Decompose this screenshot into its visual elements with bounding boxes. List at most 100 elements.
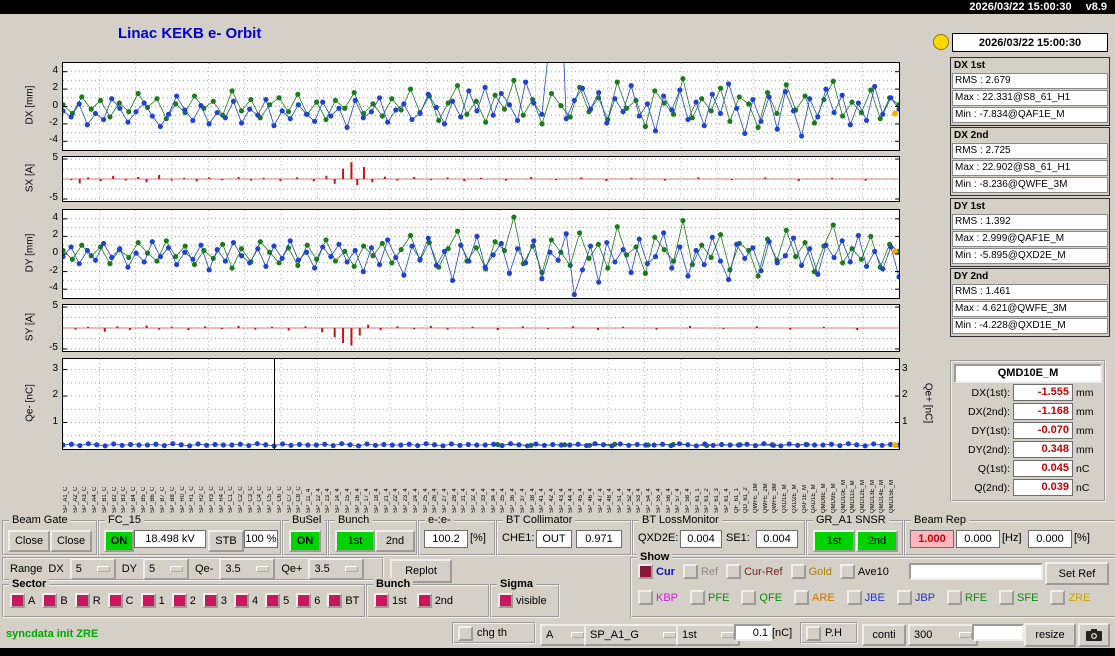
beam-rep-val3-display: 0.000 xyxy=(1028,530,1072,548)
chg-th-checkbox[interactable] xyxy=(458,625,473,641)
monitor-row-label: DX(2nd): xyxy=(967,405,1010,418)
eratio-title: e-:e- xyxy=(425,514,454,527)
beam-gate-close1-button[interactable]: Close xyxy=(8,530,50,552)
bpm-label: SP_A4_C xyxy=(92,486,99,513)
are-checkbox[interactable] xyxy=(794,590,810,605)
range-dx-dropdown[interactable]: 5 xyxy=(69,558,116,580)
dropdown-indicator xyxy=(96,566,110,572)
b-checkbox[interactable] xyxy=(42,593,58,608)
bpm-label: SP_B1_C xyxy=(101,486,108,513)
show-row2: KBP PFE QFE ARE JBE JBP RFE SFE ZRE xyxy=(638,590,1090,605)
dy-plot xyxy=(62,209,900,299)
fc15-stb-button[interactable]: STB xyxy=(208,530,244,552)
bunch-2nd-button[interactable]: 2nd xyxy=(375,530,415,552)
range-dy-dropdown[interactable]: 5 xyxy=(142,558,189,580)
gr-snsr-1st-button[interactable]: 1st xyxy=(813,530,855,552)
a-checkbox[interactable] xyxy=(10,593,25,608)
stats-rms: RMS : 1.461 xyxy=(952,284,1108,300)
cur-checkbox[interactable] xyxy=(638,564,653,579)
mode-dropdown[interactable]: A xyxy=(540,624,590,646)
sfe-checkbox[interactable] xyxy=(999,590,1015,605)
threshold-input[interactable] xyxy=(734,624,772,641)
checkbox-label: JBP xyxy=(914,591,936,604)
set-ref-button[interactable]: Set Ref xyxy=(1045,562,1109,585)
camera-icon xyxy=(1086,629,1102,641)
jbe-checkbox[interactable] xyxy=(846,590,862,605)
pfe-checkbox[interactable] xyxy=(690,590,706,605)
range-qem-dropdown[interactable]: 3.5 xyxy=(219,558,276,580)
bpm-label: SP_43_4 xyxy=(558,488,565,513)
beam-gate-title: Beam Gate xyxy=(9,514,71,527)
sector-group: Sector A B R C 1 2 3 4 5 6 BT xyxy=(2,578,366,618)
aux-input[interactable] xyxy=(972,624,1024,641)
dropdown-indicator xyxy=(345,566,359,572)
jbp-checkbox[interactable] xyxy=(896,590,912,605)
ref-checkbox[interactable] xyxy=(682,564,698,579)
ave10-checkbox[interactable] xyxy=(839,564,855,579)
stats-min: Min : -5.895@QXD2E_M xyxy=(952,248,1108,264)
fc15-on-button[interactable]: ON xyxy=(104,530,134,552)
bpm-name-axis: SP_A1_C SP_A2_C SP_A3_C SP_A4_C SP_B1_C SP_B2… xyxy=(62,451,898,513)
bunch-select-items: 1st 2nd xyxy=(374,593,453,608)
stats-rms: RMS : 1.392 xyxy=(952,214,1108,230)
bpm-label: SP_15_4 xyxy=(344,488,351,513)
range-qep-dropdown[interactable]: 3.5 xyxy=(308,558,365,580)
r-checkbox[interactable] xyxy=(74,593,90,608)
bpm-label: SP_R4_C xyxy=(218,486,225,513)
visible-checkbox[interactable] xyxy=(498,593,513,608)
2nd-checkbox[interactable] xyxy=(416,593,432,608)
monitor-row: Q(2nd): 0.039 nC xyxy=(954,478,1102,497)
1-checkbox[interactable] xyxy=(140,593,156,608)
3-checkbox[interactable] xyxy=(202,593,218,608)
cur-ref-checkbox[interactable] xyxy=(726,564,742,579)
bpm-label: QAD1E_M xyxy=(811,484,818,513)
2-checkbox[interactable] xyxy=(171,593,187,608)
points-dropdown[interactable]: 300 xyxy=(908,624,978,646)
gr-snsr-group: GR_A1 SNSR 1st 2nd xyxy=(806,514,904,556)
sx-plot xyxy=(62,156,900,202)
bpm-label: SP_48_4 xyxy=(607,488,614,513)
c-checkbox[interactable] xyxy=(107,593,123,608)
gr-snsr-2nd-button[interactable]: 2nd xyxy=(856,530,898,552)
busel-on-button[interactable]: ON xyxy=(289,530,321,552)
target-dropdown[interactable]: SP_A1_G xyxy=(584,624,682,646)
beam-status-indicator xyxy=(933,34,949,50)
bpm-label: SP_B4_C xyxy=(131,486,138,513)
busel-title: BuSel xyxy=(289,514,325,527)
y-tick-label: -2 xyxy=(49,264,58,276)
bpm-label: SP_24_4 xyxy=(412,488,419,513)
ph-checkbox[interactable] xyxy=(806,625,821,641)
qe-plus-axis-label: Qe+ [nC] xyxy=(922,382,934,424)
resize-button[interactable]: resize xyxy=(1024,623,1076,647)
4-checkbox[interactable] xyxy=(233,593,249,608)
zre-checkbox[interactable] xyxy=(1050,590,1066,605)
bpm-label: SP_R2_C xyxy=(199,486,206,513)
kbp-checkbox[interactable] xyxy=(638,590,653,605)
bt-checkbox[interactable] xyxy=(327,593,343,608)
screenshot-button[interactable] xyxy=(1078,623,1110,647)
gold-checkbox[interactable] xyxy=(790,564,806,579)
6-checkbox[interactable] xyxy=(296,593,312,608)
bunch-1st-button[interactable]: 1st xyxy=(335,530,375,552)
ref-name-input[interactable] xyxy=(909,563,1043,580)
stats-group-title: DY 2nd xyxy=(954,271,989,282)
status-bunch-dropdown[interactable]: 1st xyxy=(676,624,740,646)
busel-group: BuSel ON xyxy=(282,514,328,556)
rfe-checkbox[interactable] xyxy=(947,590,963,605)
checkbox-label: 6 xyxy=(314,594,321,607)
beam-gate-close2-button[interactable]: Close xyxy=(50,530,92,552)
monitor-row-value: -1.555 xyxy=(1013,384,1073,401)
range-qem-label: Qe- xyxy=(194,563,214,575)
5-checkbox[interactable] xyxy=(265,593,281,608)
cur-option: Cur xyxy=(638,564,675,579)
y-tick-label: -5 xyxy=(49,341,58,353)
dx-plot xyxy=(62,62,900,151)
1st-checkbox[interactable] xyxy=(374,593,389,608)
ph-label: P.H xyxy=(825,627,842,639)
bpm-label: QMD10E_M xyxy=(840,479,847,513)
bpm-label: SP_55_4 xyxy=(655,488,662,513)
qfe-checkbox[interactable] xyxy=(741,590,757,605)
ph-cell: P.H xyxy=(800,622,858,644)
y-tick-label: 1 xyxy=(52,415,58,427)
conti-button[interactable]: conti xyxy=(862,624,906,646)
